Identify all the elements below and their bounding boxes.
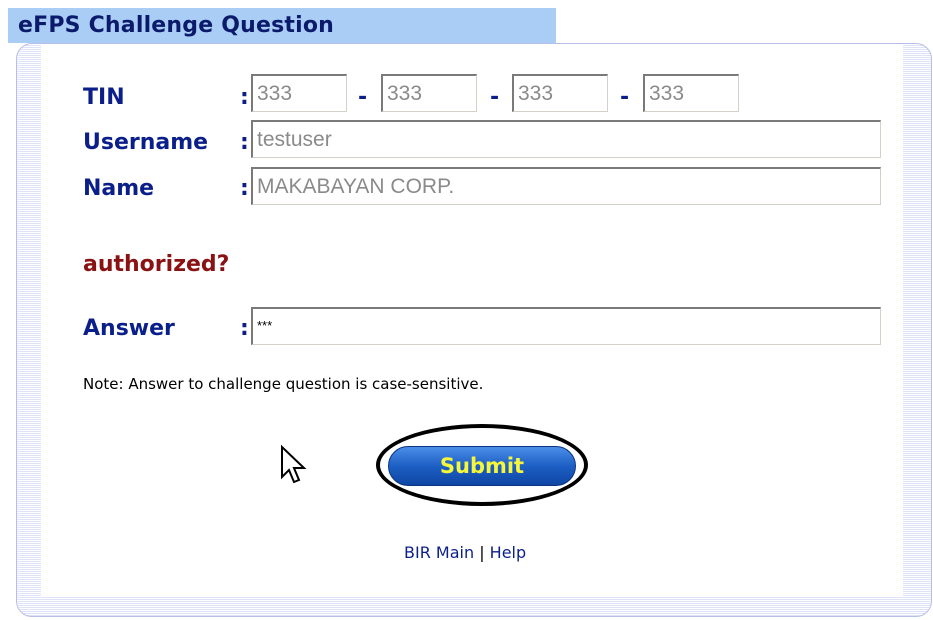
- challenge-question: authorized?: [83, 252, 230, 277]
- bir-main-link[interactable]: BIR Main: [404, 543, 474, 562]
- tin-field-2[interactable]: [381, 74, 477, 112]
- help-link[interactable]: Help: [490, 543, 526, 562]
- name-colon: :: [240, 176, 249, 201]
- answer-label: Answer: [83, 316, 175, 341]
- footer-links: BIR Main | Help: [404, 543, 526, 562]
- tin-colon: :: [240, 85, 249, 110]
- answer-colon: :: [240, 316, 249, 341]
- case-sensitive-note: Note: Answer to challenge question is ca…: [83, 375, 484, 393]
- tin-field-1[interactable]: [251, 74, 347, 112]
- tin-dash-3: -: [620, 85, 630, 110]
- submit-button[interactable]: Submit: [388, 446, 576, 486]
- mouse-pointer-icon: [280, 444, 308, 487]
- tin-field-4[interactable]: [643, 74, 739, 112]
- title-bar: eFPS Challenge Question: [8, 8, 556, 43]
- username-label: Username: [83, 130, 209, 155]
- tin-field-3[interactable]: [512, 74, 608, 112]
- username-colon: :: [240, 130, 249, 155]
- answer-field[interactable]: [251, 307, 881, 345]
- page-title: eFPS Challenge Question: [18, 13, 335, 38]
- footer-separator: |: [479, 543, 485, 562]
- name-label: Name: [83, 176, 155, 201]
- username-field[interactable]: [251, 120, 881, 158]
- tin-label: TIN: [83, 85, 125, 110]
- name-field[interactable]: [251, 167, 881, 205]
- tin-dash-1: -: [358, 85, 368, 110]
- tin-dash-2: -: [490, 85, 500, 110]
